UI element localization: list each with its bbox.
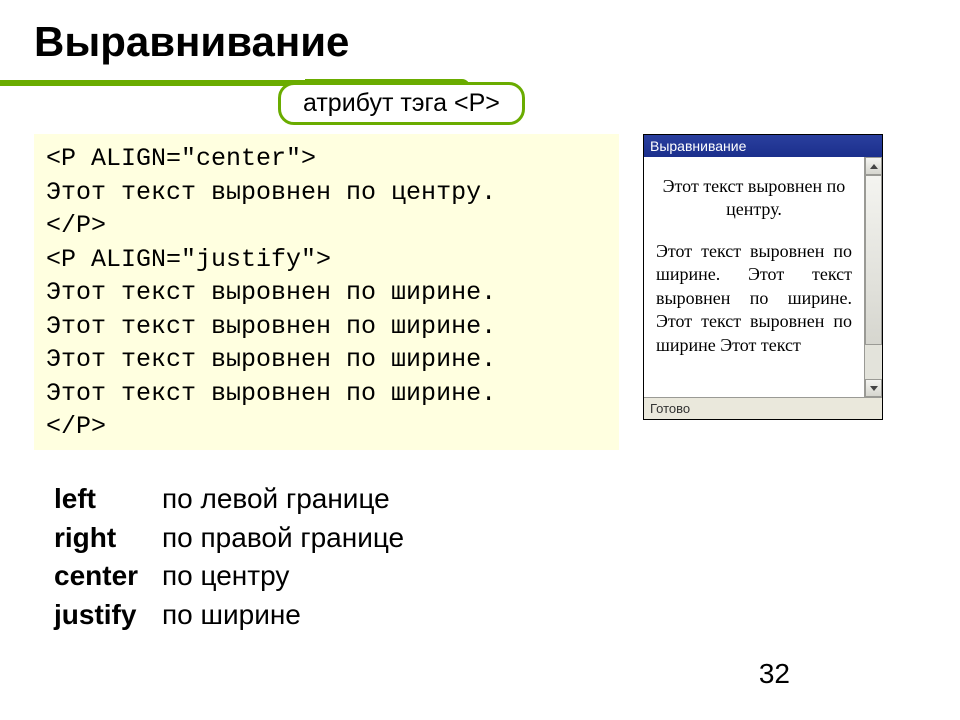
align-term: justify: [54, 596, 162, 635]
align-row-justify: justify по ширине: [54, 596, 404, 635]
code-line: <P ALIGN="justify">: [46, 245, 331, 274]
align-desc: по ширине: [162, 596, 301, 635]
align-desc: по центру: [162, 557, 289, 596]
browser-statusbar: Готово: [644, 397, 882, 419]
chevron-down-icon: [870, 386, 878, 391]
code-line: </P>: [46, 412, 106, 441]
align-row-left: left по левой границе: [54, 480, 404, 519]
browser-content: Этот текст выровнен по центру. Этот текс…: [644, 157, 864, 397]
code-line: Этот текст выровнен по ширине.: [46, 345, 496, 374]
page-number: 32: [759, 658, 790, 690]
align-desc: по левой границе: [162, 480, 390, 519]
code-line: <P ALIGN="center">: [46, 144, 316, 173]
scroll-down-button[interactable]: [865, 379, 882, 397]
content-row: <P ALIGN="center"> Этот текст выровнен п…: [34, 134, 936, 450]
align-row-center: center по центру: [54, 557, 404, 596]
browser-body: Этот текст выровнен по центру. Этот текс…: [644, 157, 882, 397]
browser-window: Выравнивание Этот текст выровнен по цент…: [643, 134, 883, 420]
scrollbar[interactable]: [864, 157, 882, 397]
centered-paragraph: Этот текст выровнен по центру.: [656, 175, 852, 220]
code-line: </P>: [46, 211, 106, 240]
scroll-track[interactable]: [865, 175, 882, 379]
code-line: Этот текст выровнен по ширине.: [46, 312, 496, 341]
code-line: Этот текст выровнен по ширине.: [46, 379, 496, 408]
alignment-list: left по левой границе right по правой гр…: [54, 480, 404, 635]
justified-paragraph: Этот текст выровнен по ширине. Этот текс…: [656, 240, 852, 357]
browser-title: Выравнивание: [650, 138, 746, 154]
align-term: right: [54, 519, 162, 558]
attribute-label: атрибут тэга <P>: [278, 82, 525, 125]
chevron-up-icon: [870, 164, 878, 169]
scroll-up-button[interactable]: [865, 157, 882, 175]
slide-title: Выравнивание: [34, 18, 926, 66]
status-text: Готово: [650, 401, 690, 416]
scroll-thumb[interactable]: [865, 175, 882, 345]
title-underline: [0, 80, 305, 86]
code-block: <P ALIGN="center"> Этот текст выровнен п…: [34, 134, 619, 450]
code-line: Этот текст выровнен по центру.: [46, 178, 496, 207]
align-term: center: [54, 557, 162, 596]
align-term: left: [54, 480, 162, 519]
code-line: Этот текст выровнен по ширине.: [46, 278, 496, 307]
align-row-right: right по правой границе: [54, 519, 404, 558]
browser-titlebar: Выравнивание: [644, 135, 882, 157]
align-desc: по правой границе: [162, 519, 404, 558]
